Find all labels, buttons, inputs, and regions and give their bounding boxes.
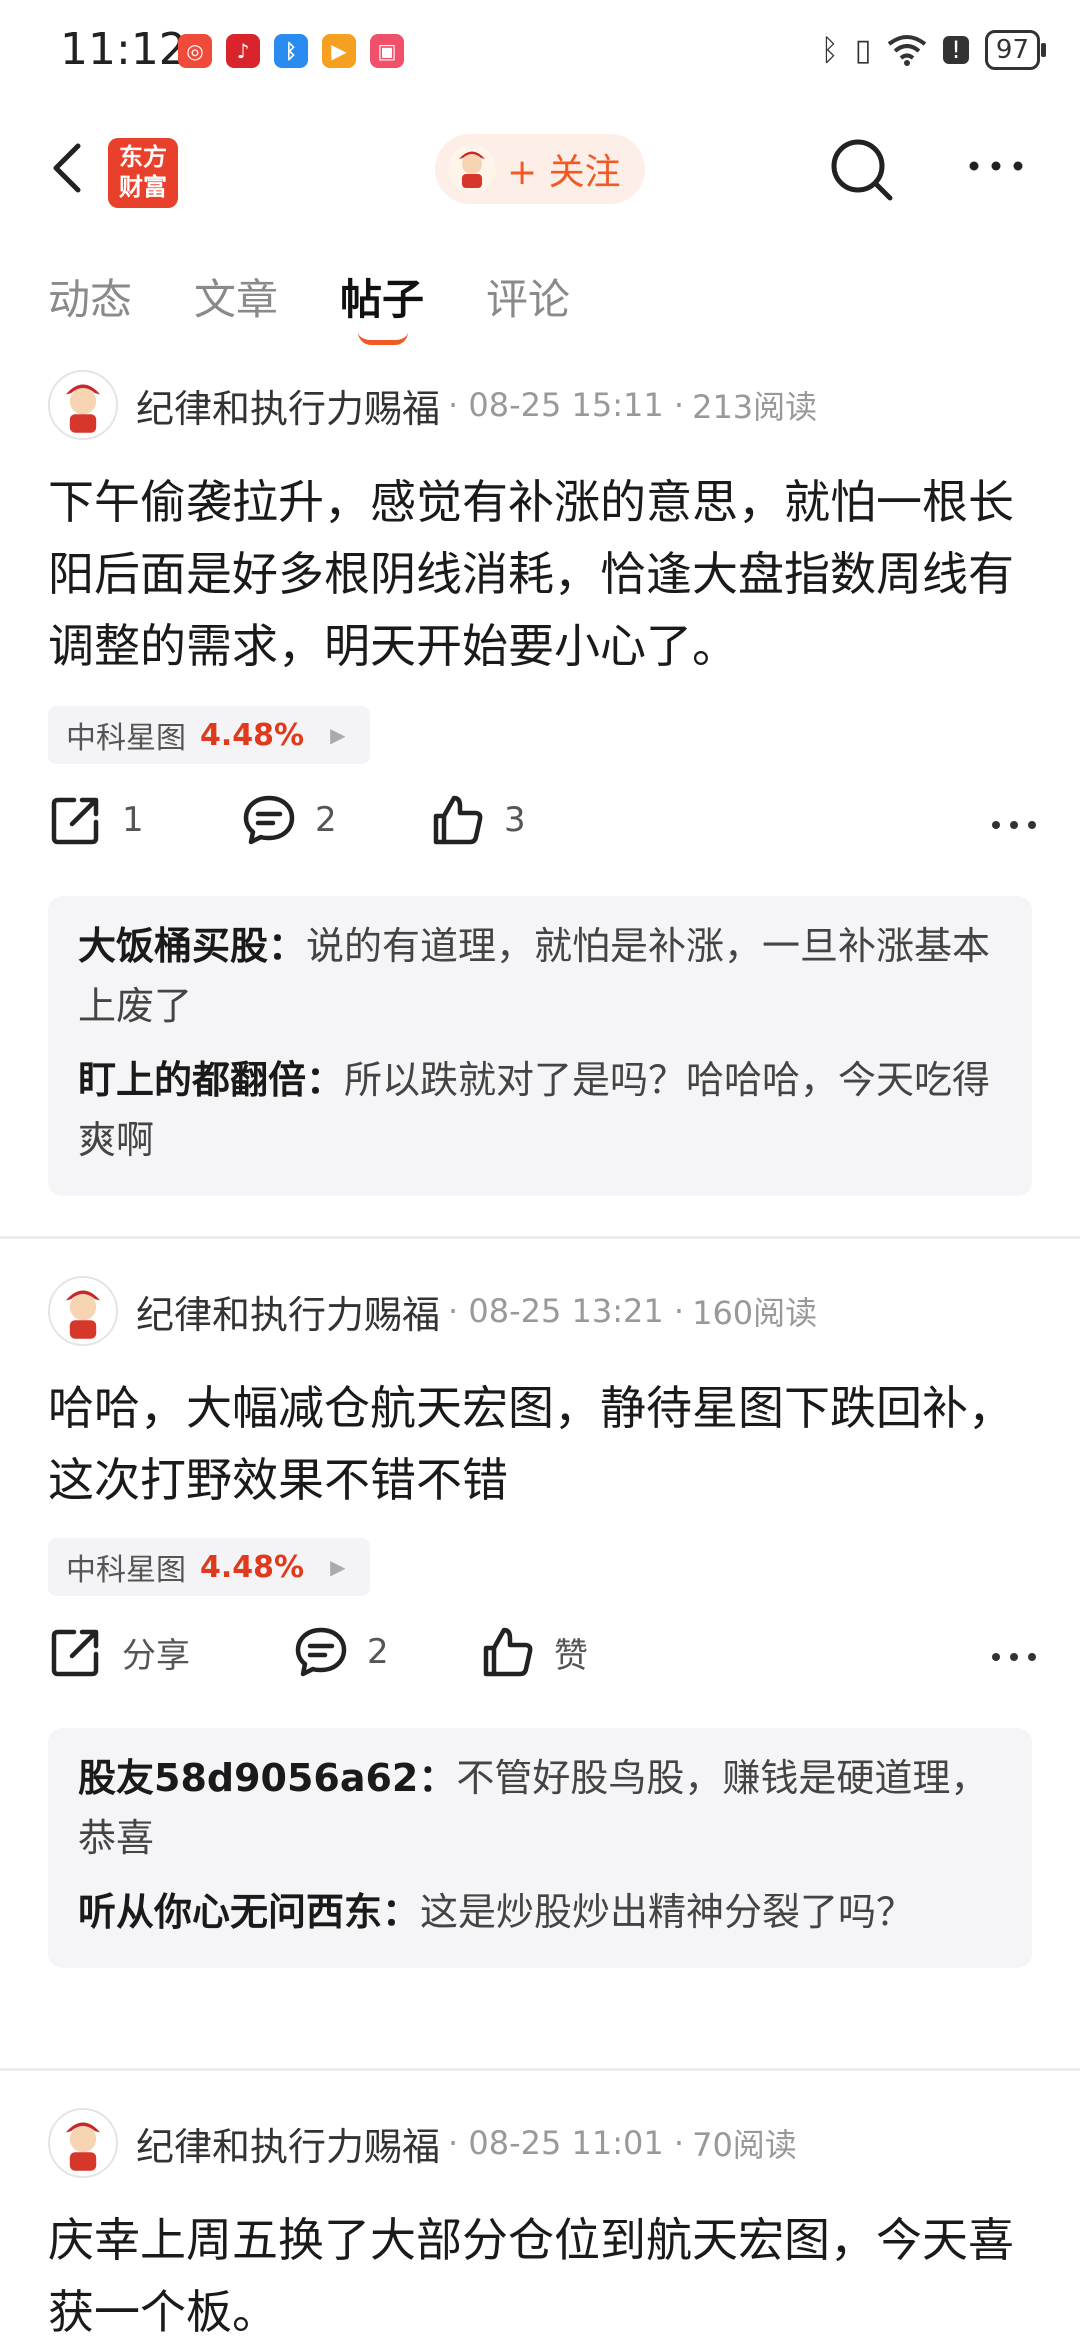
profile-tabs: 动态 文章 帖子 评论 (48, 266, 632, 345)
comment-user[interactable]: 听从你心无问西东 (78, 1890, 382, 1934)
stock-name: 中科星图 (66, 721, 186, 756)
wifi-icon (888, 35, 927, 66)
fortune-god-avatar-icon (50, 372, 116, 438)
comment-preview-box[interactable]: 股友58d9056a62：不管好股鸟股，赚钱是硬道理，恭喜 听从你心无问西东：这… (48, 1728, 1032, 1968)
tab-activity[interactable]: 动态 (48, 266, 132, 336)
comment-button[interactable]: 2 (241, 792, 337, 848)
comment-user[interactable]: 股友58d9056a62 (78, 1756, 418, 1800)
comment-button[interactable]: 2 (293, 1624, 389, 1680)
share-label: 分享 (122, 1635, 190, 1676)
post-body[interactable]: 下午偷袭拉升，感觉有补涨的意思，就怕一根长阳后面是好多根阴线消耗，恰逢大盘指数周… (48, 466, 1038, 682)
comment-item[interactable]: 股友58d9056a62：不管好股鸟股，赚钱是硬道理，恭喜 (78, 1748, 1002, 1868)
post-author-row[interactable]: 纪律和执行力赐福 · 08-25 15:11 · 213阅读 (48, 368, 817, 442)
read-count: 213阅读 (692, 388, 818, 426)
thumbs-up-icon (433, 795, 483, 845)
stock-tag[interactable]: 中科星图 4.48% ▶ (48, 1538, 370, 1596)
stock-change: 4.48% (200, 1549, 305, 1585)
comment-icon (295, 1627, 347, 1677)
stock-change: 4.48% (200, 717, 305, 753)
post-date: · 08-25 11:01 · (448, 2124, 685, 2162)
comment-preview-box[interactable]: 大饭桶买股：说的有道理，就怕是补涨，一旦补涨基本上废了 盯上的都翻倍：所以跌就对… (48, 896, 1032, 1196)
bluetooth-notification-icon: ᛒ (274, 34, 308, 68)
tab-comments[interactable]: 评论 (486, 266, 570, 336)
share-button[interactable]: 1 (48, 792, 144, 848)
author-name[interactable]: 纪律和执行力赐福 (136, 1284, 440, 1339)
vibrate-icon: ▯ (854, 32, 872, 68)
post-body[interactable]: 庆幸上周五换了大部分仓位到航天宏图，今天喜获一个板。 (48, 2204, 1038, 2348)
play-arrow-icon: ▶ (330, 1555, 346, 1579)
post-date: · 08-25 13:21 · (448, 1292, 685, 1330)
post-divider (0, 2068, 1080, 2071)
comment-separator: ： (306, 1058, 345, 1102)
author-name[interactable]: 纪律和执行力赐福 (136, 2116, 440, 2171)
comment-separator: ： (382, 1890, 421, 1934)
post-date: · 08-25 15:11 · (448, 386, 685, 424)
share-count: 1 (122, 800, 144, 840)
app-notification-icon: ◎ (178, 34, 212, 68)
comment-user[interactable]: 盯上的都翻倍 (78, 1058, 306, 1102)
bluetooth-icon: ᛒ (820, 32, 839, 68)
share-icon (51, 1629, 99, 1677)
read-count: 160阅读 (692, 1294, 818, 1332)
status-time: 11:12 (60, 24, 187, 75)
app-notification-icon: ♪ (226, 34, 260, 68)
more-options-icon[interactable] (966, 156, 1026, 176)
comment-icon (243, 795, 295, 845)
comment-count: 2 (367, 1632, 389, 1672)
notification-icons: ◎ ♪ ᛒ ▶ ▣ (178, 34, 404, 68)
author-name[interactable]: 纪律和执行力赐福 (136, 378, 440, 433)
avatar[interactable] (48, 370, 118, 440)
comment-user[interactable]: 大饭桶买股 (78, 924, 268, 968)
follow-label: + 关注 (507, 152, 621, 193)
post-actions: 分享 2 赞 (48, 1624, 1038, 1704)
status-bar: 11:12 ◎ ♪ ᛒ ▶ ▣ ᛒ ▯ ! 97 (0, 0, 1080, 104)
comment-item[interactable]: 听从你心无问西东：这是炒股炒出精神分裂了吗？ (78, 1882, 1002, 1942)
like-count: 3 (504, 800, 526, 840)
comment-text: 这是炒股炒出精神分裂了吗？ (420, 1890, 915, 1934)
post-divider (0, 1236, 1080, 1239)
battery-indicator: 97 (984, 30, 1047, 70)
post-more-icon[interactable] (990, 818, 1038, 832)
stock-tag[interactable]: 中科星图 4.48% ▶ (48, 706, 370, 764)
tab-posts[interactable]: 帖子 (340, 266, 424, 345)
share-icon (51, 797, 99, 845)
avatar[interactable] (48, 2108, 118, 2178)
video-notification-icon: ▶ (322, 34, 356, 68)
like-label: 赞 (554, 1635, 588, 1676)
comment-separator: ： (418, 1756, 457, 1800)
fortune-god-avatar-icon (50, 2110, 116, 2176)
alert-icon: ! (943, 36, 969, 64)
share-button[interactable]: 分享 (48, 1624, 190, 1680)
follow-button[interactable]: + 关注 (435, 134, 645, 204)
app-notification-icon: ▣ (370, 34, 404, 68)
post-body[interactable]: 哈哈，大幅减仓航天宏图，静待星图下跌回补，这次打野效果不错不错 (48, 1372, 1038, 1516)
user-avatar-icon (448, 145, 496, 193)
avatar[interactable] (48, 1276, 118, 1346)
comment-item[interactable]: 大饭桶买股：说的有道理，就怕是补涨，一旦补涨基本上废了 (78, 916, 1002, 1036)
post-author-row[interactable]: 纪律和执行力赐福 · 08-25 13:21 · 160阅读 (48, 1274, 817, 1348)
like-button[interactable]: 赞 (480, 1624, 588, 1680)
post-author-row[interactable]: 纪律和执行力赐福 · 08-25 11:01 · 70阅读 (48, 2106, 797, 2180)
back-arrow-icon[interactable] (42, 138, 102, 198)
play-arrow-icon: ▶ (330, 723, 346, 747)
post-more-icon[interactable] (990, 1650, 1038, 1664)
system-icons: ᛒ ▯ ! 97 (820, 30, 1047, 70)
stock-name: 中科星图 (66, 1553, 186, 1588)
eastmoney-logo: 东方财富 (108, 138, 178, 208)
thumbs-up-icon (483, 1627, 533, 1677)
fortune-god-avatar-icon (50, 1278, 116, 1344)
read-count: 70阅读 (692, 2126, 797, 2164)
comment-separator: ： (268, 924, 307, 968)
post-actions: 1 2 3 (48, 792, 1038, 872)
like-button[interactable]: 3 (430, 792, 526, 848)
tab-articles[interactable]: 文章 (194, 266, 278, 336)
search-icon[interactable] (828, 136, 896, 204)
comment-item[interactable]: 盯上的都翻倍：所以跌就对了是吗？哈哈哈，今天吃得爽啊 (78, 1050, 1002, 1170)
top-navigation-bar: 东方财富 + 关注 (0, 120, 1080, 220)
comment-count: 2 (315, 800, 337, 840)
